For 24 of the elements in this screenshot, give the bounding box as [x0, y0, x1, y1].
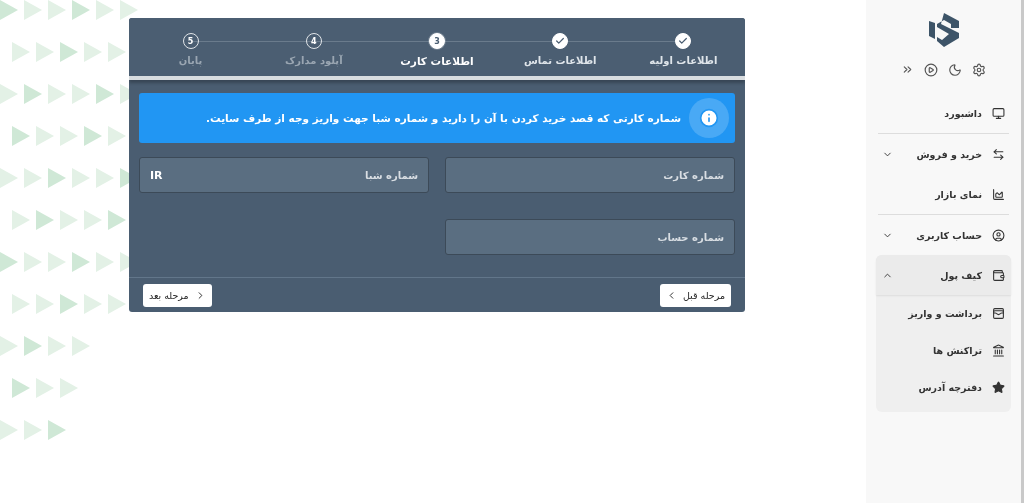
input-field[interactable]: شماره حساب	[445, 219, 735, 255]
submenu-item[interactable]: دفترچه آدرس	[876, 369, 1011, 406]
submenu-item[interactable]: تراکنش ها	[876, 332, 1011, 369]
step-number: 3	[429, 33, 445, 49]
moon-icon[interactable]	[948, 63, 962, 77]
menu-item[interactable]: داشبورد	[876, 93, 1011, 133]
collapse-icon[interactable]	[901, 63, 914, 76]
info-text: شماره کارتی که قصد خرید کردن با آن را دارید و شماره شبا جهت واریز وجه از طرف سایت.	[206, 112, 681, 124]
step-label[interactable]: اطلاعات اولیه	[649, 55, 718, 66]
next-button[interactable]: مرحله بعد	[143, 284, 212, 307]
menu-item[interactable]: نمای بازار	[876, 174, 1011, 214]
step-label[interactable]: اطلاعات کارت	[400, 55, 474, 67]
menu-item[interactable]: کیف پول	[876, 255, 1011, 295]
menu-item[interactable]: حساب کاربری	[876, 215, 1011, 255]
prefix-label: IR	[150, 168, 163, 182]
menu-item[interactable]: خرید و فروش	[876, 134, 1011, 174]
submenu-item[interactable]: برداشت و واریز	[876, 295, 1011, 332]
settings-icon[interactable]	[972, 63, 986, 77]
play-icon[interactable]	[924, 63, 938, 77]
input-field[interactable]: شماره کارت	[445, 157, 735, 193]
previous-button[interactable]: مرحله قبل	[659, 284, 731, 307]
step-label[interactable]: اطلاعات تماس	[523, 55, 597, 66]
logo-icon	[926, 12, 961, 48]
info-icon	[699, 108, 719, 128]
